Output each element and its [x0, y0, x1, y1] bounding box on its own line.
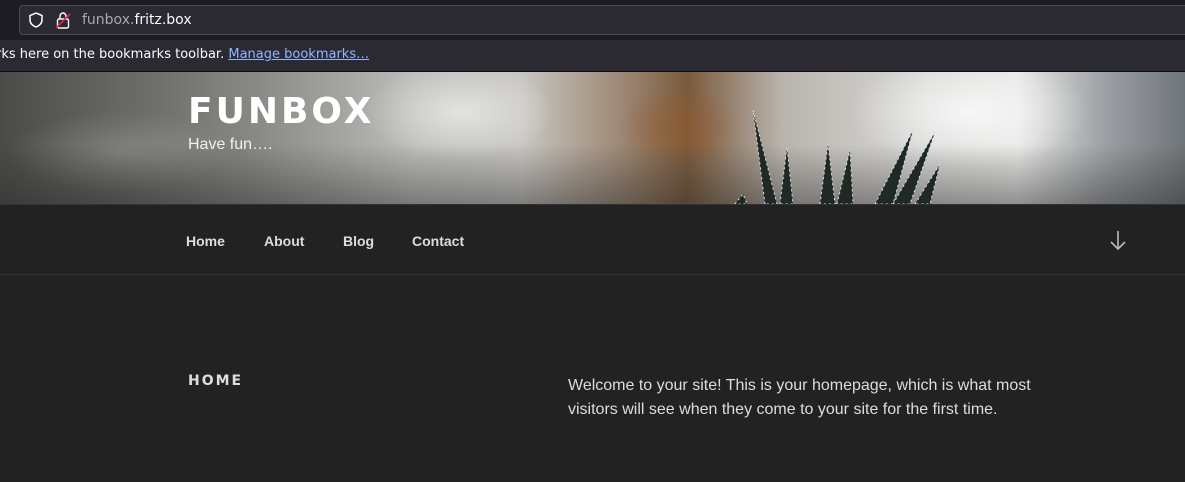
page-title: HOME [188, 373, 244, 389]
url-subdomain: funbox. [82, 12, 135, 28]
site-tagline: Have fun…. [188, 136, 273, 153]
nav-item-contact[interactable]: Contact [412, 233, 464, 249]
bookmarks-hint-text: rks here on the bookmarks toolbar. [0, 47, 225, 62]
nav-item-about[interactable]: About [264, 233, 304, 249]
bookmarks-toolbar: rks here on the bookmarks toolbar. Manag… [0, 40, 1185, 72]
site-title[interactable]: FUNBOX [188, 91, 374, 132]
manage-bookmarks-link[interactable]: Manage bookmarks… [228, 47, 369, 62]
shield-icon[interactable] [28, 12, 44, 28]
url-domain: fritz.box [134, 12, 192, 28]
welcome-paragraph: Welcome to your site! This is your homep… [568, 377, 1031, 418]
url-text[interactable]: funbox.fritz.box [82, 12, 192, 28]
url-bar[interactable]: funbox.fritz.box [19, 5, 1185, 35]
arrow-down-icon[interactable] [1108, 229, 1128, 251]
nav-item-home[interactable]: Home [186, 233, 225, 249]
plant-image [734, 109, 941, 204]
browser-toolbar: funbox.fritz.box [0, 0, 1185, 40]
bookmarks-toolbar-message: rks here on the bookmarks toolbar. Manag… [0, 47, 369, 62]
main-navigation: Home About Blog Contact [0, 204, 1185, 275]
header-image: FUNBOX Have fun…. [0, 72, 1185, 204]
lock-icon[interactable] [55, 11, 71, 29]
nav-item-blog[interactable]: Blog [343, 233, 374, 249]
